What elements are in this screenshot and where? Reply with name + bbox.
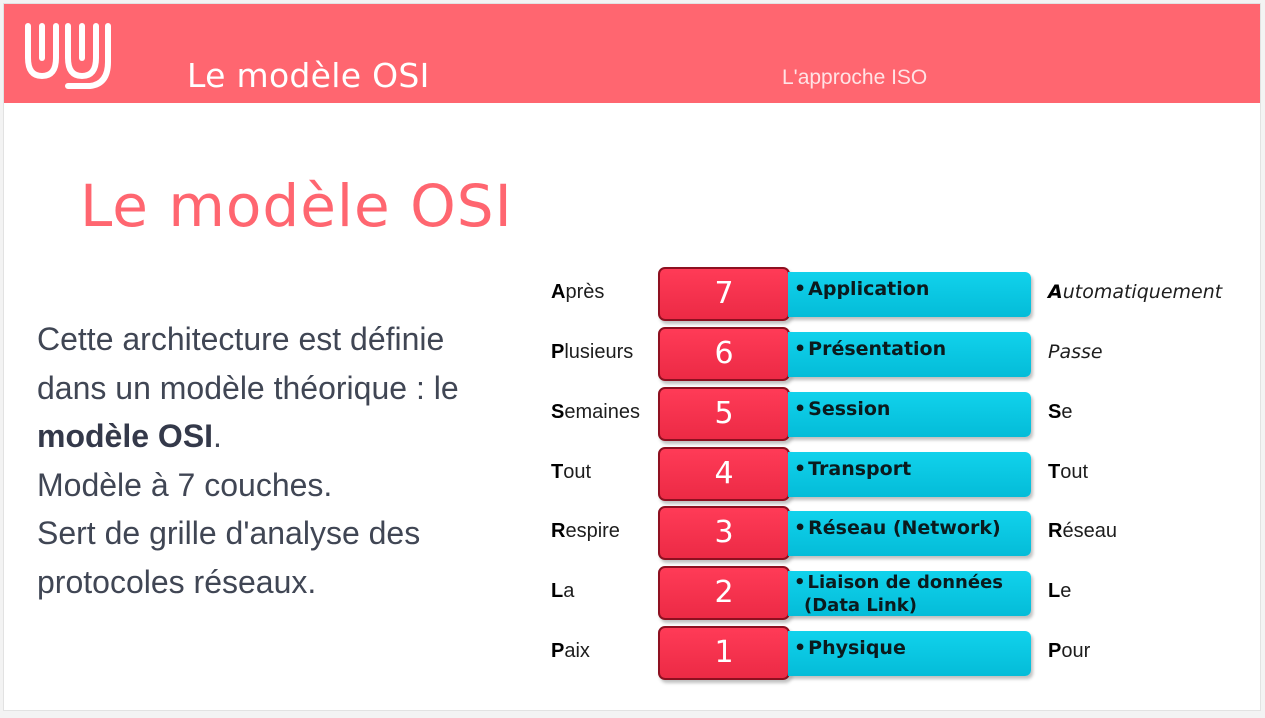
layer-name-box: • Réseau (Network) <box>788 511 1031 556</box>
mnemonic-left: Semaines <box>551 401 640 423</box>
mnemonic-right: Se <box>1048 401 1073 423</box>
osi-layer-row: Paix 1 • Physique Pour <box>4 626 1260 680</box>
osi-layer-row: Plusieurs 6 • Présentation Passe <box>4 327 1260 381</box>
layer-name-box: • Session <box>788 392 1031 437</box>
layer-number: 1 <box>658 626 790 680</box>
layer-number: 7 <box>658 267 790 321</box>
mnemonic-right: Pour <box>1048 640 1091 662</box>
mnemonic-right: Le <box>1048 580 1072 602</box>
layer-name-box: • Transport <box>788 452 1031 497</box>
mnemonic-left: Après <box>551 281 605 303</box>
slide: Le modèle OSI L'approche ISO Le modèle O… <box>3 3 1261 711</box>
layer-number: 5 <box>658 387 790 441</box>
header-title: Le modèle OSI <box>187 56 430 95</box>
osi-layer-row: Après 7 • Application Automatiquement <box>4 267 1260 321</box>
layer-number: 6 <box>658 327 790 381</box>
mnemonic-left: La <box>551 580 575 602</box>
layer-number: 4 <box>658 447 790 501</box>
mnemonic-left: Respire <box>551 520 620 542</box>
mnemonic-right: Réseau <box>1048 520 1117 542</box>
mnemonic-left: Plusieurs <box>551 341 634 363</box>
layer-number: 2 <box>658 566 790 620</box>
osi-layer-row: Tout 4 • Transport Tout <box>4 447 1260 501</box>
mnemonic-left: Tout <box>551 461 592 483</box>
mnemonic-right: Automatiquement <box>1048 281 1223 303</box>
layer-name-box: • Application <box>788 272 1031 317</box>
layer-name-box: • Liaison de données (Data Link) <box>788 571 1031 616</box>
layer-number: 3 <box>658 506 790 560</box>
osi-layer-row: La 2 • Liaison de données (Data Link) Le <box>4 566 1260 620</box>
mnemonic-right: Passe <box>1048 341 1103 363</box>
brand-logo-icon <box>25 23 111 89</box>
osi-layer-row: Semaines 5 • Session Se <box>4 387 1260 441</box>
header-subtitle: L'approche ISO <box>782 66 928 89</box>
layer-name-box: • Présentation <box>788 332 1031 377</box>
header-bar: Le modèle OSI L'approche ISO <box>4 4 1260 103</box>
page-title: Le modèle OSI <box>80 172 513 240</box>
osi-layer-row: Respire 3 • Réseau (Network) Réseau <box>4 506 1260 560</box>
layer-name-box: • Physique <box>788 631 1031 676</box>
mnemonic-left: Paix <box>551 640 590 662</box>
mnemonic-right: Tout <box>1048 461 1089 483</box>
